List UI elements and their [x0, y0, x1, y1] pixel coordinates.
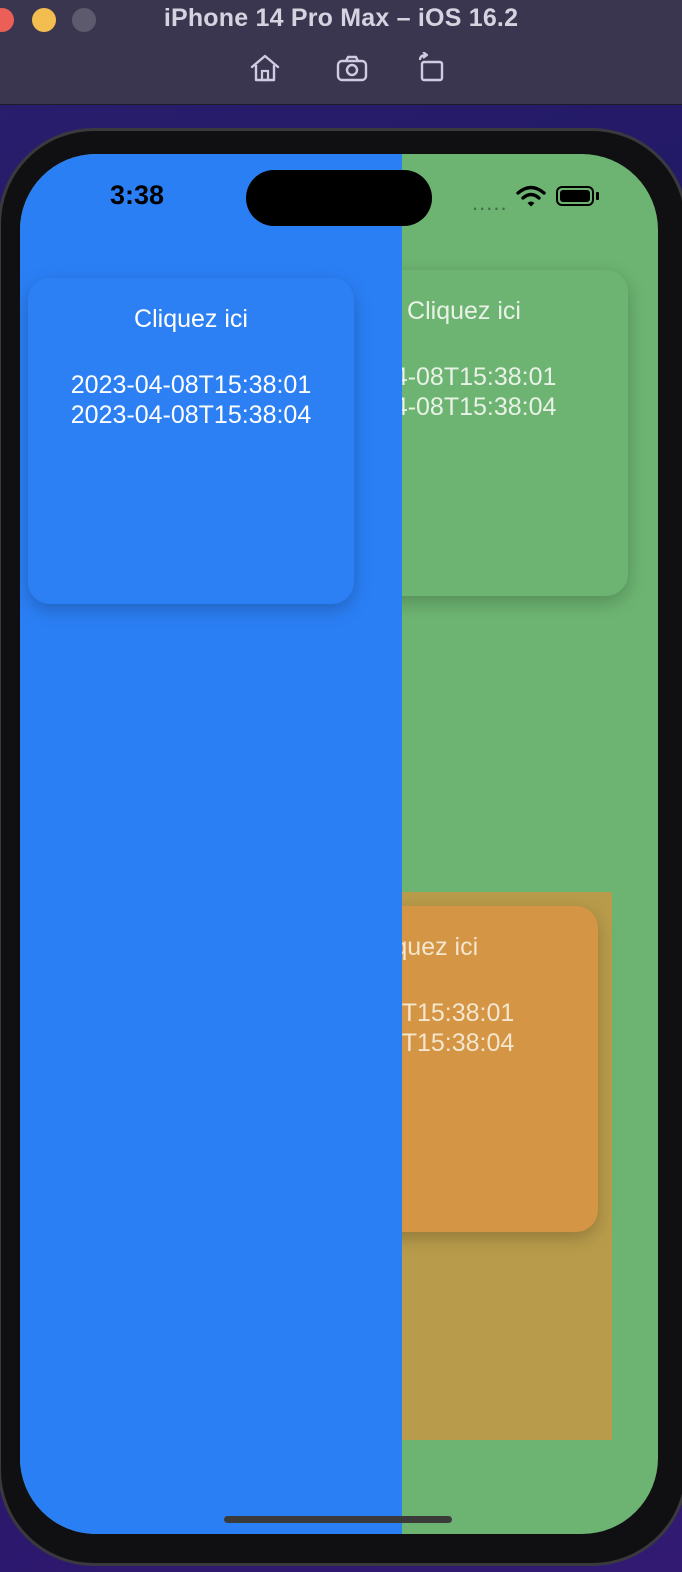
cellular-signal-icon: .....	[472, 190, 508, 215]
screenshot-icon[interactable]	[335, 52, 369, 84]
blue-card-time-1: 2023-04-08T15:38:01	[70, 371, 312, 399]
home-icon[interactable]	[248, 52, 282, 84]
battery-tip	[596, 192, 599, 200]
dynamic-island	[246, 170, 432, 226]
blue-card[interactable]: Cliquez ici 2023-04-08T15:38:01 2023-04-…	[28, 278, 354, 604]
device-screen: Cliquez ici -04-08T15:38:01 -04-08T15:38…	[20, 154, 658, 1534]
home-indicator[interactable]	[224, 1516, 452, 1523]
blue-card-cta[interactable]: Cliquez ici	[28, 304, 354, 334]
blue-card-timestamps: 2023-04-08T15:38:01 2023-04-08T15:38:04	[28, 370, 354, 430]
blue-card-time-2: 2023-04-08T15:38:04	[70, 401, 312, 429]
status-time: 3:38	[110, 180, 165, 210]
status-bar: 3:38 .....	[20, 154, 658, 244]
battery-icon	[556, 186, 594, 206]
simulator-titlebar: iPhone 14 Pro Max – iOS 16.2	[0, 0, 682, 105]
wifi-icon	[516, 185, 546, 207]
window-title: iPhone 14 Pro Max – iOS 16.2	[163, 4, 519, 32]
rotate-icon[interactable]	[414, 51, 448, 84]
